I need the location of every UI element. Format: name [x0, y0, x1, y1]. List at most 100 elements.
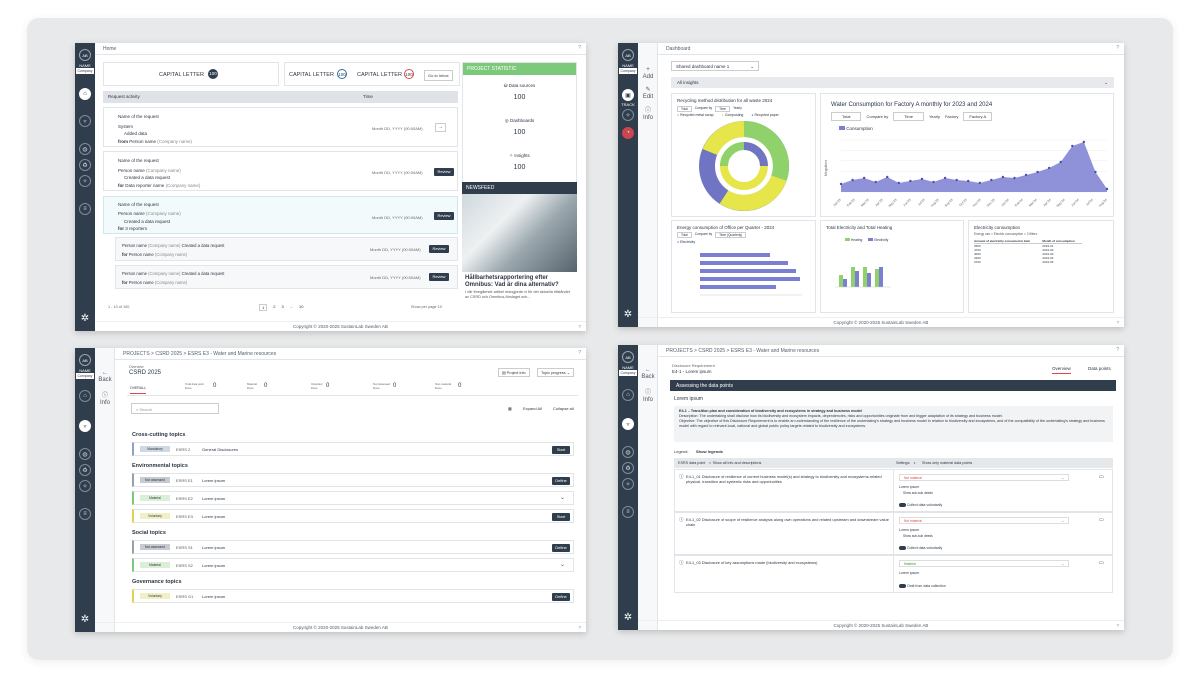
info-button[interactable]: ⓘ Info	[638, 105, 658, 122]
list-icon[interactable]: ≡	[79, 203, 91, 215]
filter-icon[interactable]: ▿	[79, 115, 91, 127]
topic-row[interactable]: Material ESRS S2 Lorem ipsum ⌄	[132, 558, 574, 572]
collect-toggle[interactable]: Collect data voluntarily	[899, 546, 942, 551]
tab-label[interactable]: Material Done	[247, 382, 257, 390]
collapse-all-button[interactable]: Collapse all	[553, 406, 574, 411]
start-button[interactable]: Start	[552, 513, 570, 521]
topic-progress-button[interactable]: Topic progress ⌄	[537, 368, 574, 377]
avatar[interactable]: AB	[622, 351, 634, 363]
go-to-inbox-button[interactable]: Go to Inbox	[424, 70, 453, 81]
comment-icon[interactable]: ▭	[1099, 517, 1104, 523]
tab-data-points[interactable]: Data points	[1088, 366, 1111, 371]
tab-overall[interactable]: OVERALL	[130, 386, 147, 394]
globe-icon[interactable]: ◍	[622, 446, 634, 458]
review-button[interactable]: Review	[434, 212, 454, 220]
total-tab[interactable]: Total	[677, 106, 692, 112]
help-icon[interactable]: ?	[578, 322, 581, 331]
chevron-down-icon[interactable]: ⌄	[560, 561, 565, 568]
insights-bar[interactable]: All insights ⌄	[671, 77, 1114, 88]
list-icon[interactable]: ≡	[79, 508, 91, 520]
info-button[interactable]: ⓘ Info	[95, 390, 115, 407]
page-link[interactable]: 3	[281, 304, 283, 311]
per-page-value[interactable]: 10	[438, 305, 442, 309]
topic-row[interactable]: Mandatory ESRS 2 General Disclosures Star…	[132, 442, 574, 456]
review-button[interactable]: Review	[434, 168, 454, 176]
materiality-select[interactable]: Material ⌄	[899, 560, 1069, 567]
time-select[interactable]: Time	[715, 106, 731, 112]
review-button[interactable]: Review	[429, 273, 449, 281]
help-icon[interactable]: ?	[578, 45, 581, 51]
dashboard-icon[interactable]: ◔	[622, 127, 634, 139]
topic-row[interactable]: Voluntary ESRS G1 Lorem ipsum Define	[132, 589, 574, 603]
define-button[interactable]: Define	[552, 593, 570, 601]
avatar[interactable]: AB	[79, 354, 91, 366]
list-icon[interactable]: ≡	[622, 506, 634, 518]
start-button[interactable]: Start	[552, 446, 570, 454]
page-link[interactable]: 10	[299, 304, 303, 311]
topic-row[interactable]: Not assessed ESRS E1 Lorem ipsum Define	[132, 473, 574, 487]
request-row[interactable]: Name of the request System Added data fr…	[103, 107, 458, 147]
bulb-icon[interactable]: ✧	[79, 480, 91, 492]
info-icon[interactable]: ⓘ	[679, 474, 684, 480]
home-icon[interactable]: ⌂	[79, 88, 91, 100]
page-link[interactable]: 2	[273, 304, 275, 311]
tab-label[interactable]: Total data point Done	[185, 382, 204, 390]
track-icon[interactable]: ▣	[622, 89, 634, 101]
info-button[interactable]: ⓘ Info	[638, 387, 658, 404]
collect-toggle[interactable]: Omit from data collection	[899, 584, 946, 589]
collect-toggle[interactable]: Collect data voluntarily	[899, 503, 942, 508]
edit-button[interactable]: ✎ Edit	[638, 86, 658, 101]
globe-icon[interactable]: ◍	[79, 143, 91, 155]
topic-row[interactable]: Not assessed ESRS S1 Lorem ipsum Define	[132, 540, 574, 554]
comment-icon[interactable]: ▭	[1099, 474, 1104, 480]
request-row-expanded[interactable]: Name of the request Person name (Company…	[103, 196, 458, 234]
sub-sub-link[interactable]: Show sub-sub deeds	[903, 534, 933, 538]
topic-row[interactable]: Voluntary ESRS E3 Lorem ipsum Start	[132, 509, 574, 523]
add-button[interactable]: + Add	[638, 67, 658, 81]
home-icon[interactable]: ⌂	[622, 389, 634, 401]
expand-icon[interactable]: ▦	[508, 406, 512, 411]
factory-select[interactable]: Factory A	[963, 112, 993, 121]
toggle-icon[interactable]: ◐	[709, 461, 711, 465]
page-link[interactable]: 1	[259, 304, 268, 311]
help-icon[interactable]: ?	[1116, 621, 1119, 630]
show-legends-toggle[interactable]: Show legends	[696, 449, 723, 454]
total-tab[interactable]: Total	[677, 232, 692, 238]
topic-row[interactable]: Material ESRS E2 Lorem ipsum ⌄	[132, 491, 574, 505]
recycle-icon[interactable]: ♻	[79, 159, 91, 171]
bulb-icon[interactable]: ✧	[79, 175, 91, 187]
avatar[interactable]: AB	[79, 49, 91, 61]
define-button[interactable]: Define	[552, 544, 570, 552]
filter-icon[interactable]: ▿	[622, 418, 634, 430]
back-button[interactable]: ← Back	[638, 367, 658, 381]
tab-label[interactable]: Voluntary Done	[311, 382, 323, 390]
recycle-icon[interactable]: ♻	[79, 464, 91, 476]
time-select[interactable]: Time (Quarterly)	[715, 232, 747, 238]
arrow-right-icon[interactable]: →	[435, 123, 446, 132]
globe-icon[interactable]: ◍	[79, 448, 91, 460]
tab-label[interactable]: Non-material Done	[435, 382, 451, 390]
comment-icon[interactable]: ▭	[1099, 560, 1104, 566]
info-icon[interactable]: ⓘ	[679, 560, 684, 566]
review-button[interactable]: Review	[429, 245, 449, 253]
bulb-icon[interactable]: ✧	[622, 109, 634, 121]
help-icon[interactable]: ?	[1116, 347, 1119, 353]
help-icon[interactable]: ?	[1116, 45, 1119, 51]
info-icon[interactable]: ⓘ	[679, 517, 684, 523]
help-icon[interactable]: ?	[578, 350, 581, 356]
help-icon[interactable]: ?	[578, 623, 581, 632]
define-button[interactable]: Define	[552, 477, 570, 485]
per-page[interactable]: Show per page 10	[411, 305, 442, 309]
bulb-icon[interactable]: ✧	[622, 478, 634, 490]
avatar[interactable]: AB	[622, 49, 634, 61]
request-row[interactable]: Name of the request Person name (Company…	[103, 151, 458, 191]
tab-label[interactable]: Not Assessed Done	[373, 382, 390, 390]
tab-overview[interactable]: Overview	[1052, 366, 1071, 374]
recycle-icon[interactable]: ♻	[622, 462, 634, 474]
filter-icon[interactable]: ▿	[79, 420, 91, 432]
expand-all-button[interactable]: Expand All	[523, 406, 542, 411]
sub-request-row[interactable]: Person name (Company name) Created a dat…	[115, 265, 458, 289]
sub-sub-link[interactable]: Show sub-sub deeds	[903, 491, 933, 495]
back-button[interactable]: ← Back	[95, 370, 115, 384]
home-icon[interactable]: ⌂	[79, 390, 91, 402]
